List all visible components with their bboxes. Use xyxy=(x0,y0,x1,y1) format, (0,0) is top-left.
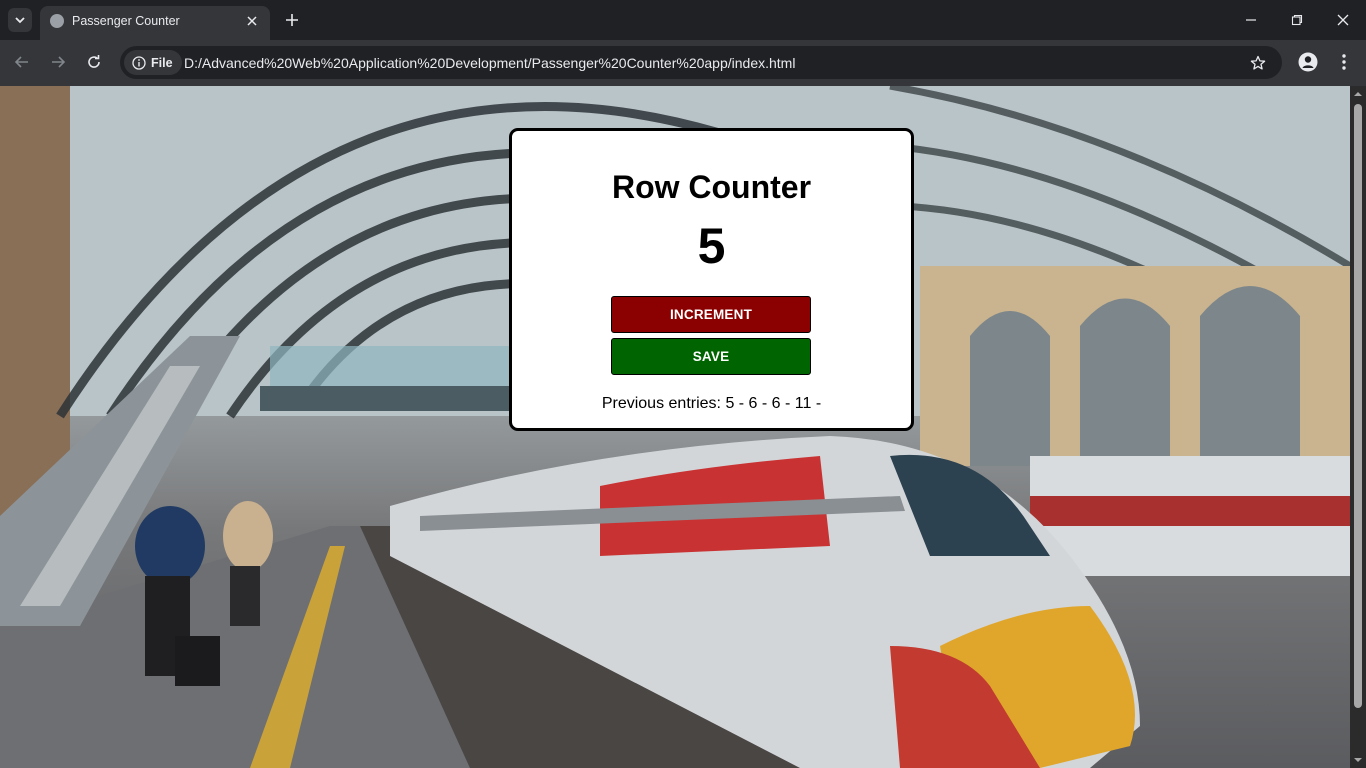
minimize-icon xyxy=(1246,19,1256,21)
chevron-down-icon xyxy=(15,17,25,24)
forward-button[interactable] xyxy=(44,48,72,76)
restore-icon xyxy=(1291,14,1303,26)
plus-icon xyxy=(286,14,298,26)
scroll-up-arrow-icon[interactable] xyxy=(1354,90,1362,98)
profile-button[interactable] xyxy=(1296,50,1320,74)
back-button[interactable] xyxy=(8,48,36,76)
counter-card: Row Counter 5 INCREMENT SAVE Previous en… xyxy=(509,128,914,431)
browser-tab[interactable]: Passenger Counter xyxy=(40,6,270,40)
window-close-button[interactable] xyxy=(1320,0,1366,40)
profile-icon xyxy=(1298,52,1318,72)
scrollbar-thumb[interactable] xyxy=(1354,104,1362,708)
minimize-button[interactable] xyxy=(1228,0,1274,40)
tab-title: Passenger Counter xyxy=(72,14,180,28)
kebab-menu-icon xyxy=(1342,54,1346,70)
restore-button[interactable] xyxy=(1274,0,1320,40)
info-icon xyxy=(132,55,146,70)
scroll-down-arrow-icon[interactable] xyxy=(1354,756,1362,764)
tab-close-button[interactable] xyxy=(242,11,262,31)
bookmark-button[interactable] xyxy=(1248,53,1268,73)
new-tab-button[interactable] xyxy=(280,8,304,32)
browser-toolbar: File D:/Advanced%20Web%20Application%20D… xyxy=(0,40,1366,86)
page-viewport: Row Counter 5 INCREMENT SAVE Previous en… xyxy=(0,86,1366,768)
close-icon xyxy=(247,16,257,26)
reload-button[interactable] xyxy=(80,48,108,76)
increment-button[interactable]: INCREMENT xyxy=(611,296,811,333)
file-label: File xyxy=(151,55,173,70)
page-title: Row Counter xyxy=(611,169,812,205)
save-button[interactable]: SAVE xyxy=(611,338,811,375)
globe-icon xyxy=(50,14,64,28)
star-icon xyxy=(1250,55,1266,70)
browser-menu-button[interactable] xyxy=(1332,50,1356,74)
previous-entries: Previous entries: 5 - 6 - 6 - 11 - xyxy=(601,395,822,412)
tab-strip: Passenger Counter xyxy=(0,0,1366,40)
count-display: 5 xyxy=(697,218,726,274)
back-icon xyxy=(14,56,28,68)
forward-icon xyxy=(52,56,66,68)
reload-icon xyxy=(88,55,100,68)
window-close-icon xyxy=(1337,14,1349,26)
site-info-chip[interactable]: File xyxy=(124,50,182,75)
tab-search-button[interactable] xyxy=(8,8,32,32)
vertical-scrollbar[interactable] xyxy=(1350,86,1366,768)
url-text[interactable]: D:/Advanced%20Web%20Application%20Develo… xyxy=(184,55,795,71)
address-bar[interactable]: File D:/Advanced%20Web%20Application%20D… xyxy=(120,46,1282,79)
